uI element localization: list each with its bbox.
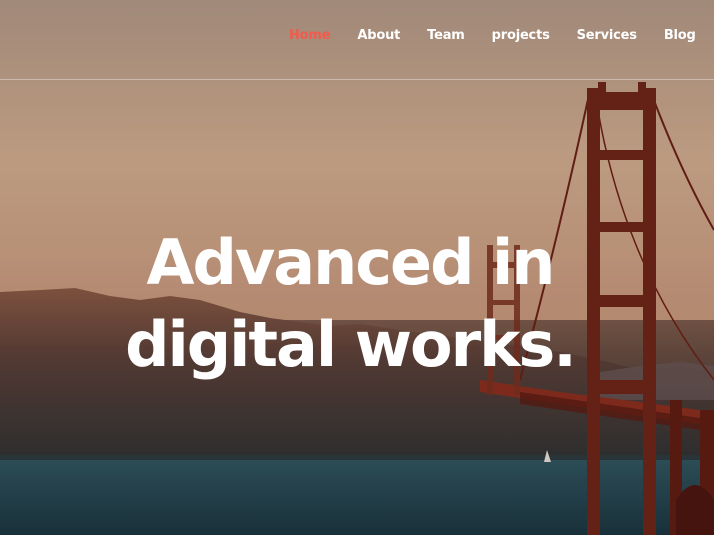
nav-menu: Home About Team projects Services Blog C bbox=[289, 28, 714, 43]
nav-item-home[interactable]: Home bbox=[289, 28, 331, 43]
hero-headline-line1: Advanced in bbox=[146, 226, 556, 299]
nav-item-blog[interactable]: Blog bbox=[664, 28, 696, 43]
nav-item-services[interactable]: Services bbox=[577, 28, 637, 43]
nav-item-projects[interactable]: projects bbox=[492, 28, 550, 43]
top-navbar: Home About Team projects Services Blog C bbox=[0, 0, 714, 80]
hero-section: Home About Team projects Services Blog C… bbox=[0, 0, 714, 535]
hero-headline: Advanced in digital works. bbox=[0, 222, 700, 386]
nav-item-about[interactable]: About bbox=[357, 28, 400, 43]
hero-headline-line2: digital works. bbox=[125, 308, 577, 381]
nav-item-team[interactable]: Team bbox=[427, 28, 465, 43]
